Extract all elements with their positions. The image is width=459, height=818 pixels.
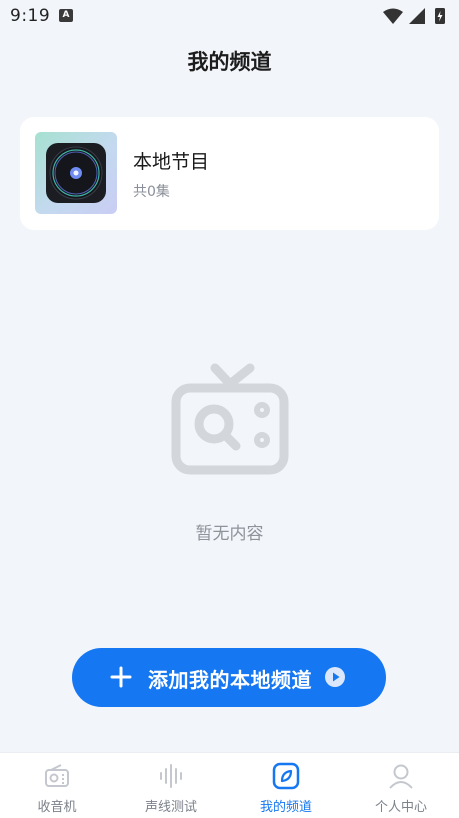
page-title: 我的频道 (187, 50, 272, 74)
tab-my-channel-label: 我的频道 (259, 800, 312, 815)
radio-icon (45, 764, 69, 787)
bottom-tab-bar: 收音机 声线测试 我的频道 个人中心 (0, 752, 459, 818)
channel-icon (272, 762, 300, 790)
add-local-channel-label: 添加我的本地频道 (148, 668, 312, 692)
tab-voice-test[interactable]: 声线测试 (114, 753, 228, 818)
status-icons (383, 8, 445, 24)
vinyl-disc-icon (46, 143, 106, 203)
channel-thumbnail (35, 132, 117, 214)
tab-profile[interactable]: 个人中心 (344, 753, 458, 818)
tab-radio-label: 收音机 (37, 800, 77, 815)
soundwave-icon (160, 764, 182, 788)
channel-episode-count: 共0集 (133, 184, 170, 200)
status-bar: 9:19 A (0, 0, 459, 32)
channel-card[interactable]: 本地节目 共0集 (20, 117, 439, 230)
signal-icon (409, 8, 425, 24)
plus-icon (110, 666, 132, 688)
tab-voice-test-label: 声线测试 (144, 800, 197, 815)
empty-state-text: 暂无内容 (195, 524, 264, 544)
play-circle-icon (325, 667, 345, 687)
add-local-channel-button[interactable]: 添加我的本地频道 (72, 648, 386, 707)
channel-title: 本地节目 (133, 151, 210, 173)
tv-search-icon (171, 363, 289, 475)
tab-radio[interactable]: 收音机 (0, 753, 114, 818)
wifi-icon (383, 8, 403, 24)
tab-profile-label: 个人中心 (374, 800, 427, 815)
status-notification-icon: A (59, 9, 73, 22)
tab-my-channel[interactable]: 我的频道 (229, 753, 343, 818)
person-icon (389, 764, 413, 789)
status-time: 9:19 (10, 6, 51, 26)
